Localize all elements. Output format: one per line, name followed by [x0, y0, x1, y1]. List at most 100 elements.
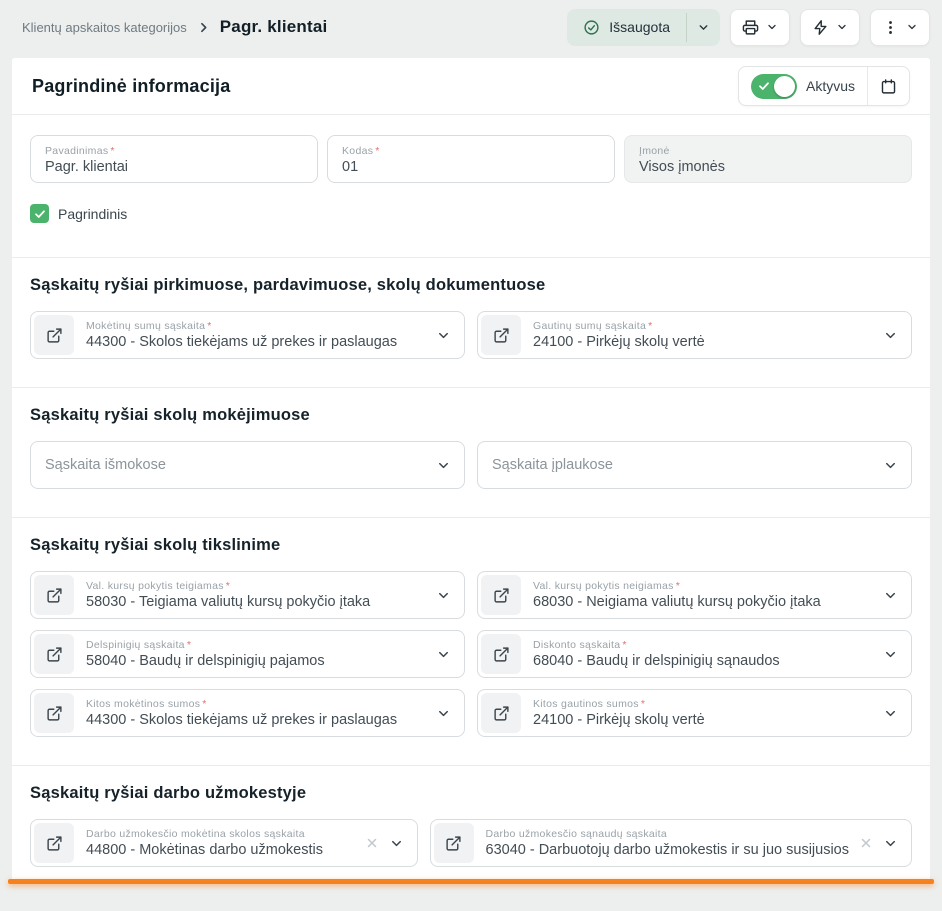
outpayment-account-select[interactable]: Sąskaita išmokose	[30, 441, 465, 489]
company-field: Įmonė Visos įmonės	[624, 135, 912, 183]
field-label: Įmonė	[639, 145, 670, 157]
chevron-down-icon	[436, 328, 451, 343]
required-marker: *	[676, 580, 680, 592]
required-marker: *	[226, 580, 230, 592]
print-menu-button[interactable]	[730, 9, 790, 46]
chevron-down-icon	[883, 588, 898, 603]
inpayment-account-select[interactable]: Sąskaita įplaukose	[477, 441, 912, 489]
more-menu-button[interactable]	[870, 9, 930, 46]
currency-loss-select[interactable]: Val. kursų pokytis neigiamas* 68030 - Ne…	[477, 571, 912, 619]
clear-icon[interactable]	[859, 836, 873, 850]
required-marker: *	[641, 698, 645, 710]
field-value: 58040 - Baudų ir delspinigių pajamos	[86, 653, 426, 669]
section-payroll: Sąskaitų ryšiai darbo užmokestyje Darbo …	[12, 766, 930, 877]
chevron-down-icon	[436, 458, 451, 473]
save-dropdown-button[interactable]	[687, 9, 720, 46]
checkbox-checked[interactable]	[30, 204, 49, 223]
save-status-label: Išsaugota	[609, 19, 670, 35]
required-marker: *	[202, 698, 206, 710]
payroll-payable-select[interactable]: Darbo užmokesčio mokėtina skolos sąskait…	[30, 819, 418, 867]
payables-account-select[interactable]: Mokėtinų sumų sąskaita* 44300 - Skolos t…	[30, 311, 465, 359]
check-icon	[758, 80, 770, 92]
chevron-down-icon	[883, 647, 898, 662]
chevron-down-icon	[883, 328, 898, 343]
open-record-button[interactable]	[34, 823, 74, 863]
other-receivables-select[interactable]: Kitos gautinos sumos* 24100 - Pirkėjų sk…	[477, 689, 912, 737]
top-bar: Klientų apskaitos kategorijos Pagr. klie…	[0, 0, 942, 54]
section-debt-payments: Sąskaitų ryšiai skolų mokėjimuose Sąskai…	[12, 388, 930, 517]
open-record-button[interactable]	[34, 693, 74, 733]
field-value: 01	[342, 159, 600, 175]
external-link-icon	[46, 327, 63, 344]
history-calendar-button[interactable]	[868, 67, 909, 105]
code-field[interactable]: Kodas* 01	[327, 135, 615, 183]
open-record-button[interactable]	[481, 575, 521, 615]
section-title: Sąskaitų ryšiai skolų mokėjimuose	[30, 406, 912, 425]
receivables-account-select[interactable]: Gautinų sumų sąskaita* 24100 - Pirkėjų s…	[477, 311, 912, 359]
section-basic-info: Pavadinimas* Pagr. klientai Kodas* 01 Įm…	[12, 115, 930, 257]
external-link-icon	[46, 587, 63, 604]
card-header: Pagrindinė informacija Aktyvus	[12, 58, 930, 114]
main-checkbox-row[interactable]: Pagrindinis	[30, 204, 912, 223]
other-payables-select[interactable]: Kitos mokėtinos sumos* 44300 - Skolos ti…	[30, 689, 465, 737]
field-label: Kodas	[342, 145, 373, 157]
open-record-button[interactable]	[481, 634, 521, 674]
field-value: 68030 - Neigiama valiutų kursų pokyčio į…	[533, 594, 873, 610]
chevron-down-icon	[906, 21, 918, 33]
field-value: 63040 - Darbuotojų darbo užmokestis ir s…	[486, 842, 850, 858]
chevron-down-icon	[883, 706, 898, 721]
external-link-icon	[493, 587, 510, 604]
field-label: Pavadinimas	[45, 145, 108, 157]
required-marker: *	[375, 145, 379, 157]
chevron-down-icon	[436, 706, 451, 721]
open-record-button[interactable]	[34, 315, 74, 355]
chevron-down-icon	[766, 21, 778, 33]
check-icon	[34, 208, 46, 220]
external-link-icon	[493, 705, 510, 722]
chevron-down-icon	[883, 458, 898, 473]
chevron-down-icon	[436, 647, 451, 662]
field-value: 44300 - Skolos tiekėjams už prekes ir pa…	[86, 712, 426, 728]
save-status-button[interactable]: Išsaugota	[567, 9, 720, 46]
discount-account-select[interactable]: Diskonto sąskaita* 68040 - Baudų ir dels…	[477, 630, 912, 678]
field-value: 68040 - Baudų ir delspinigių sąnaudos	[533, 653, 873, 669]
name-field[interactable]: Pavadinimas* Pagr. klientai	[30, 135, 318, 183]
toggle-switch[interactable]	[751, 74, 797, 99]
open-record-button[interactable]	[481, 315, 521, 355]
open-record-button[interactable]	[434, 823, 474, 863]
main-form-card: Pagrindinė informacija Aktyvus Pavadinim…	[12, 58, 930, 884]
active-toggle[interactable]: Aktyvus	[739, 67, 867, 105]
section-title: Sąskaitų ryšiai skolų tikslinime	[30, 536, 912, 555]
required-marker: *	[207, 320, 211, 332]
external-link-icon	[46, 835, 63, 852]
checkbox-label: Pagrindinis	[58, 206, 127, 222]
field-label: Val. kursų pokytis neigiamas	[533, 580, 674, 592]
late-fees-select[interactable]: Delspinigių sąskaita* 58040 - Baudų ir d…	[30, 630, 465, 678]
field-value: 58030 - Teigiama valiutų kursų pokyčio į…	[86, 594, 426, 610]
clear-icon[interactable]	[365, 836, 379, 850]
select-placeholder: Sąskaita išmokose	[45, 457, 426, 473]
breadcrumb-parent-link[interactable]: Klientų apskaitos kategorijos	[22, 20, 187, 35]
card-title: Pagrindinė informacija	[32, 76, 230, 97]
required-marker: *	[110, 145, 114, 157]
field-label: Delspinigių sąskaita	[86, 639, 185, 651]
open-record-button[interactable]	[34, 634, 74, 674]
external-link-icon	[46, 705, 63, 722]
toolbar: Išsaugota	[567, 9, 930, 46]
section-purchases-sales-debts: Sąskaitų ryšiai pirkimuose, pardavimuose…	[12, 258, 930, 387]
toggle-knob	[774, 76, 795, 97]
field-label: Darbo užmokesčio sąnaudų sąskaita	[486, 828, 668, 840]
active-toggle-group: Aktyvus	[738, 66, 910, 106]
field-value: 24100 - Pirkėjų skolų vertė	[533, 712, 873, 728]
section-title: Sąskaitų ryšiai pirkimuose, pardavimuose…	[30, 276, 912, 295]
page-title: Pagr. klientai	[220, 17, 328, 37]
open-record-button[interactable]	[34, 575, 74, 615]
select-placeholder: Sąskaita įplaukose	[492, 457, 873, 473]
chevron-right-icon	[197, 21, 210, 34]
open-record-button[interactable]	[481, 693, 521, 733]
currency-gain-select[interactable]: Val. kursų pokytis teigiamas* 58030 - Te…	[30, 571, 465, 619]
field-label: Kitos gautinos sumos	[533, 698, 639, 710]
payroll-expense-select[interactable]: Darbo užmokesčio sąnaudų sąskaita 63040 …	[430, 819, 913, 867]
chevron-down-icon	[836, 21, 848, 33]
actions-menu-button[interactable]	[800, 9, 860, 46]
